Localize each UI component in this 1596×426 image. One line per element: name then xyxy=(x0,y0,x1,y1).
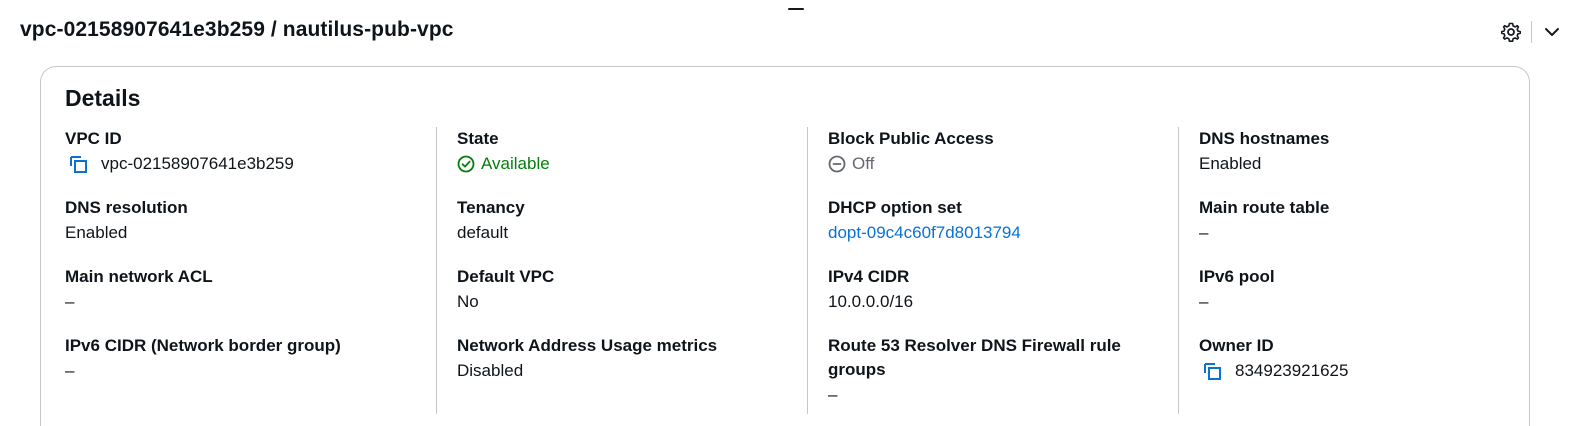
field-value: Off xyxy=(852,154,875,173)
copy-icon xyxy=(70,156,87,173)
status-success-icon xyxy=(457,155,475,173)
status-off-icon xyxy=(828,155,846,173)
ipv6-pool-field: IPv6 pool – xyxy=(1199,265,1498,334)
field-label: Default VPC xyxy=(457,267,555,286)
field-value: default xyxy=(457,223,509,242)
panel-drag-handle[interactable] xyxy=(788,8,804,10)
ipv4-cidr-field: IPv4 CIDR 10.0.0.0/16 xyxy=(828,265,1158,334)
details-heading: Details xyxy=(65,85,141,111)
field-value: – xyxy=(1199,223,1209,242)
dns-resolution-field: DNS resolution Enabled xyxy=(65,196,416,265)
field-value: Disabled xyxy=(457,361,524,380)
field-value: – xyxy=(1199,292,1209,311)
field-label: Owner ID xyxy=(1199,336,1274,355)
field-value: – xyxy=(828,385,838,404)
field-label: Route 53 Resolver DNS Firewall rule grou… xyxy=(828,336,1121,379)
action-divider xyxy=(1531,21,1532,43)
gear-icon xyxy=(1501,22,1521,42)
chevron-down-icon xyxy=(1545,28,1559,36)
field-label: Main network ACL xyxy=(65,267,213,286)
field-value: vpc-02158907641e3b259 xyxy=(101,154,294,173)
field-value: – xyxy=(65,292,75,311)
settings-button[interactable] xyxy=(1497,18,1525,46)
main-route-table-field: Main route table – xyxy=(1199,196,1498,265)
field-label: IPv6 pool xyxy=(1199,267,1275,286)
block-public-access-field: Block Public Access Off xyxy=(828,127,1158,196)
state-field: State Available xyxy=(457,127,787,196)
default-vpc-field: Default VPC No xyxy=(457,265,787,334)
field-label: DHCP option set xyxy=(828,198,962,217)
details-column-2: State Available Tenancy default Default … xyxy=(436,127,807,414)
dhcp-option-set-link[interactable]: dopt-09c4c60f7d8013794 xyxy=(828,220,1158,246)
field-label: Block Public Access xyxy=(828,129,994,148)
details-grid: VPC ID vpc-02158907641e3b259 DNS resolut… xyxy=(65,127,1518,414)
field-label: Tenancy xyxy=(457,198,525,217)
tenancy-field: Tenancy default xyxy=(457,196,787,265)
copy-owner-id-button[interactable] xyxy=(1201,361,1229,381)
field-label: IPv4 CIDR xyxy=(828,267,910,286)
field-label: VPC ID xyxy=(65,129,122,148)
copy-vpc-id-button[interactable] xyxy=(67,154,95,174)
copy-icon xyxy=(1204,363,1221,380)
details-column-1: VPC ID vpc-02158907641e3b259 DNS resolut… xyxy=(65,127,436,414)
main-network-acl-field: Main network ACL – xyxy=(65,265,416,334)
vpc-id-field: VPC ID vpc-02158907641e3b259 xyxy=(65,127,416,196)
details-panel: Details VPC ID vpc-02158907641e3b259 DNS… xyxy=(40,66,1530,426)
field-value: – xyxy=(65,361,75,380)
page-title: vpc-02158907641e3b259 / nautilus-pub-vpc xyxy=(20,18,454,41)
status-badge: Available xyxy=(481,154,550,173)
field-label: IPv6 CIDR (Network border group) xyxy=(65,336,341,355)
route53-firewall-field: Route 53 Resolver DNS Firewall rule grou… xyxy=(828,334,1158,414)
details-column-3: Block Public Access Off DHCP option set … xyxy=(807,127,1178,414)
field-value: Enabled xyxy=(65,223,128,242)
field-value: No xyxy=(457,292,479,311)
field-label: Main route table xyxy=(1199,198,1330,217)
network-address-usage-field: Network Address Usage metrics Disabled xyxy=(457,334,787,414)
field-value: Enabled xyxy=(1199,154,1262,173)
dns-hostnames-field: DNS hostnames Enabled xyxy=(1199,127,1498,196)
field-label: DNS hostnames xyxy=(1199,129,1330,148)
field-value: 834923921625 xyxy=(1235,361,1349,380)
owner-id-field: Owner ID 834923921625 xyxy=(1199,334,1498,414)
field-label: DNS resolution xyxy=(65,198,188,217)
field-label: State xyxy=(457,129,499,148)
details-column-4: DNS hostnames Enabled Main route table –… xyxy=(1178,127,1518,414)
dhcp-option-set-field: DHCP option set dopt-09c4c60f7d8013794 xyxy=(828,196,1158,265)
top-actions xyxy=(1497,18,1566,46)
collapse-button[interactable] xyxy=(1538,18,1566,46)
ipv6-cidr-field: IPv6 CIDR (Network border group) – xyxy=(65,334,416,414)
field-label: Network Address Usage metrics xyxy=(457,336,718,355)
field-value: 10.0.0.0/16 xyxy=(828,292,914,311)
